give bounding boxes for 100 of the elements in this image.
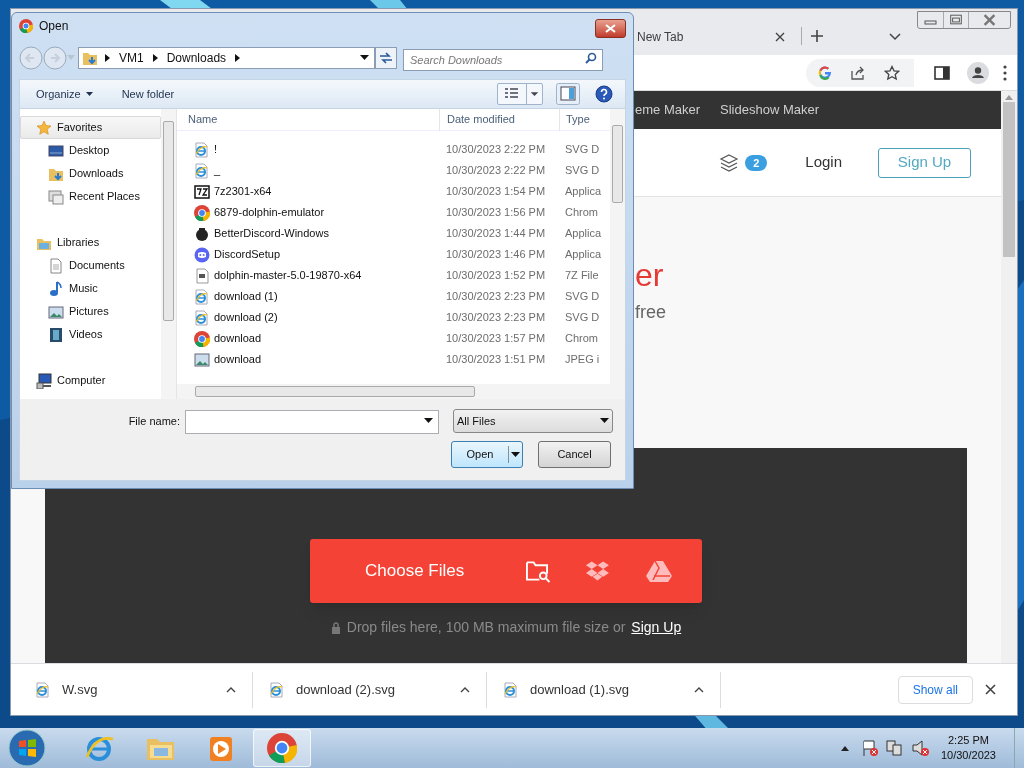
organize-button[interactable]: Organize xyxy=(36,85,93,103)
nav-item[interactable]: Documents xyxy=(20,254,161,277)
file-row[interactable]: download 10/30/2023 1:51 PM JPEG i xyxy=(177,349,610,370)
chevron-right-icon xyxy=(104,53,111,63)
chevron-up-icon[interactable] xyxy=(460,686,470,693)
breadcrumb-item[interactable]: VM1 xyxy=(119,49,144,67)
breadcrumb-item[interactable]: Downloads xyxy=(166,49,227,67)
folder-search-icon[interactable] xyxy=(526,559,552,583)
star-icon xyxy=(36,119,52,136)
cancel-button[interactable]: Cancel xyxy=(538,441,611,468)
flag-icon[interactable] xyxy=(860,739,879,757)
round-logo-icon xyxy=(194,204,210,221)
scrollbar[interactable] xyxy=(177,384,610,399)
count-badge: 2 xyxy=(745,154,768,171)
open-button[interactable]: Open xyxy=(451,441,523,468)
chevron-up-icon[interactable] xyxy=(840,745,849,751)
round-logo-icon xyxy=(267,733,297,763)
file-row[interactable]: download 10/30/2023 1:57 PM Chrom xyxy=(177,328,610,349)
scrollbar[interactable] xyxy=(610,109,625,399)
dropbox-icon[interactable] xyxy=(585,560,610,582)
download-item[interactable]: download (2).svg xyxy=(253,671,487,708)
lock-icon xyxy=(330,621,341,634)
chevron-up-icon[interactable] xyxy=(226,686,236,693)
caret-icon[interactable] xyxy=(424,418,433,424)
menu-icon[interactable] xyxy=(1003,64,1007,81)
star-icon[interactable] xyxy=(884,64,900,81)
nav-item[interactable]: Videos xyxy=(20,323,161,346)
file-row[interactable]: 6879-dolphin-emulator 10/30/2023 1:56 PM Chrom xyxy=(177,202,610,223)
document-icon xyxy=(35,681,50,698)
document-icon xyxy=(48,257,64,274)
scroll-up-icon[interactable] xyxy=(1005,94,1013,100)
nav-item[interactable]: Desktop xyxy=(20,139,161,162)
login-link[interactable]: Login xyxy=(805,151,842,174)
nav-item[interactable]: Music xyxy=(20,277,161,300)
file-name-label: File name: xyxy=(127,413,181,429)
show-all-button[interactable]: Show all xyxy=(897,675,973,704)
document-icon xyxy=(194,162,210,179)
nav-link[interactable]: eme Maker xyxy=(635,100,701,120)
profile-icon[interactable] xyxy=(967,61,989,84)
chevron-down-icon[interactable] xyxy=(889,33,901,41)
file-name-field[interactable] xyxy=(185,410,439,434)
nav-item[interactable]: Recent Places xyxy=(20,185,161,208)
file-type-dropdown[interactable]: All Files xyxy=(453,409,613,433)
address-bar[interactable]: VM1 Downloads xyxy=(78,47,375,69)
preview-pane-icon[interactable] xyxy=(556,83,580,105)
file-row[interactable]: ! 10/30/2023 2:22 PM SVG D xyxy=(177,139,610,160)
refresh-icon[interactable] xyxy=(375,47,397,69)
image-icon xyxy=(194,351,210,368)
chevron-right-icon xyxy=(234,53,242,63)
nav-item[interactable]: Libraries xyxy=(20,231,161,254)
choose-files-button[interactable]: Choose Files xyxy=(310,539,702,603)
archive-icon xyxy=(194,267,210,284)
nav-item[interactable]: Downloads xyxy=(20,162,161,185)
close-icon[interactable] xyxy=(775,32,785,42)
download-item[interactable]: download (1).svg xyxy=(487,671,721,708)
file-row[interactable]: DiscordSetup 10/30/2023 1:46 PM Applica xyxy=(177,244,610,265)
new-folder-button[interactable]: New folder xyxy=(121,85,175,103)
file-row[interactable]: _ 10/30/2023 2:22 PM SVG D xyxy=(177,160,610,181)
figure-icon xyxy=(194,225,210,242)
download-item[interactable]: W.svg xyxy=(19,671,253,708)
computer-icon xyxy=(36,372,52,389)
hero-title: er xyxy=(635,257,664,293)
close-icon[interactable] xyxy=(985,684,996,695)
close-icon xyxy=(605,23,616,33)
sound-muted-icon[interactable] xyxy=(910,739,929,757)
chevron-up-icon[interactable] xyxy=(694,686,704,693)
nav-item[interactable]: Favorites xyxy=(20,116,161,139)
network-icon[interactable] xyxy=(884,739,903,757)
taskbar-app[interactable] xyxy=(253,729,311,767)
help-icon[interactable] xyxy=(595,85,613,103)
scrollbar[interactable] xyxy=(1001,91,1017,663)
file-row[interactable]: download (1) 10/30/2023 2:23 PM SVG D xyxy=(177,286,610,307)
search-field[interactable]: Search Downloads xyxy=(403,49,603,71)
column-header[interactable]: Name xyxy=(177,108,439,131)
browser-tab[interactable]: New Tab xyxy=(635,23,785,51)
nav-item[interactable]: Computer xyxy=(20,369,161,392)
google-g-icon xyxy=(818,65,832,80)
scroll-thumb[interactable] xyxy=(1003,102,1015,257)
drive-icon[interactable] xyxy=(646,560,672,582)
column-header[interactable]: Date modified xyxy=(439,108,559,131)
close-button[interactable] xyxy=(595,18,626,38)
search-icon[interactable] xyxy=(585,52,597,64)
sign-up-link[interactable]: Sign Up xyxy=(631,617,682,638)
clock[interactable]: 2:25 PM 10/30/2023 xyxy=(940,733,996,763)
new-tab-icon[interactable] xyxy=(810,29,824,43)
window-title: Open xyxy=(39,18,69,35)
file-row[interactable]: dolphin-master-5.0-19870-x64 10/30/2023 1:52 PM 7Z File xyxy=(177,265,610,286)
document-icon xyxy=(194,141,210,158)
nav-link[interactable]: Slideshow Maker xyxy=(720,100,820,120)
start-button-icon[interactable] xyxy=(8,729,46,767)
file-row[interactable]: BetterDiscord-Windows 10/30/2023 1:44 PM Applica xyxy=(177,223,610,244)
share-icon[interactable] xyxy=(850,64,866,81)
file-row[interactable]: download (2) 10/30/2023 2:23 PM SVG D xyxy=(177,307,610,328)
hero-subtitle: free xyxy=(635,301,667,324)
side-panel-icon[interactable] xyxy=(934,65,950,80)
document-icon xyxy=(194,288,210,305)
nav-item[interactable]: Pictures xyxy=(20,300,161,323)
layers-icon[interactable] xyxy=(719,152,740,173)
scrollbar[interactable] xyxy=(161,109,176,399)
file-row[interactable]: 7z2301-x64 10/30/2023 1:54 PM Applica xyxy=(177,181,610,202)
